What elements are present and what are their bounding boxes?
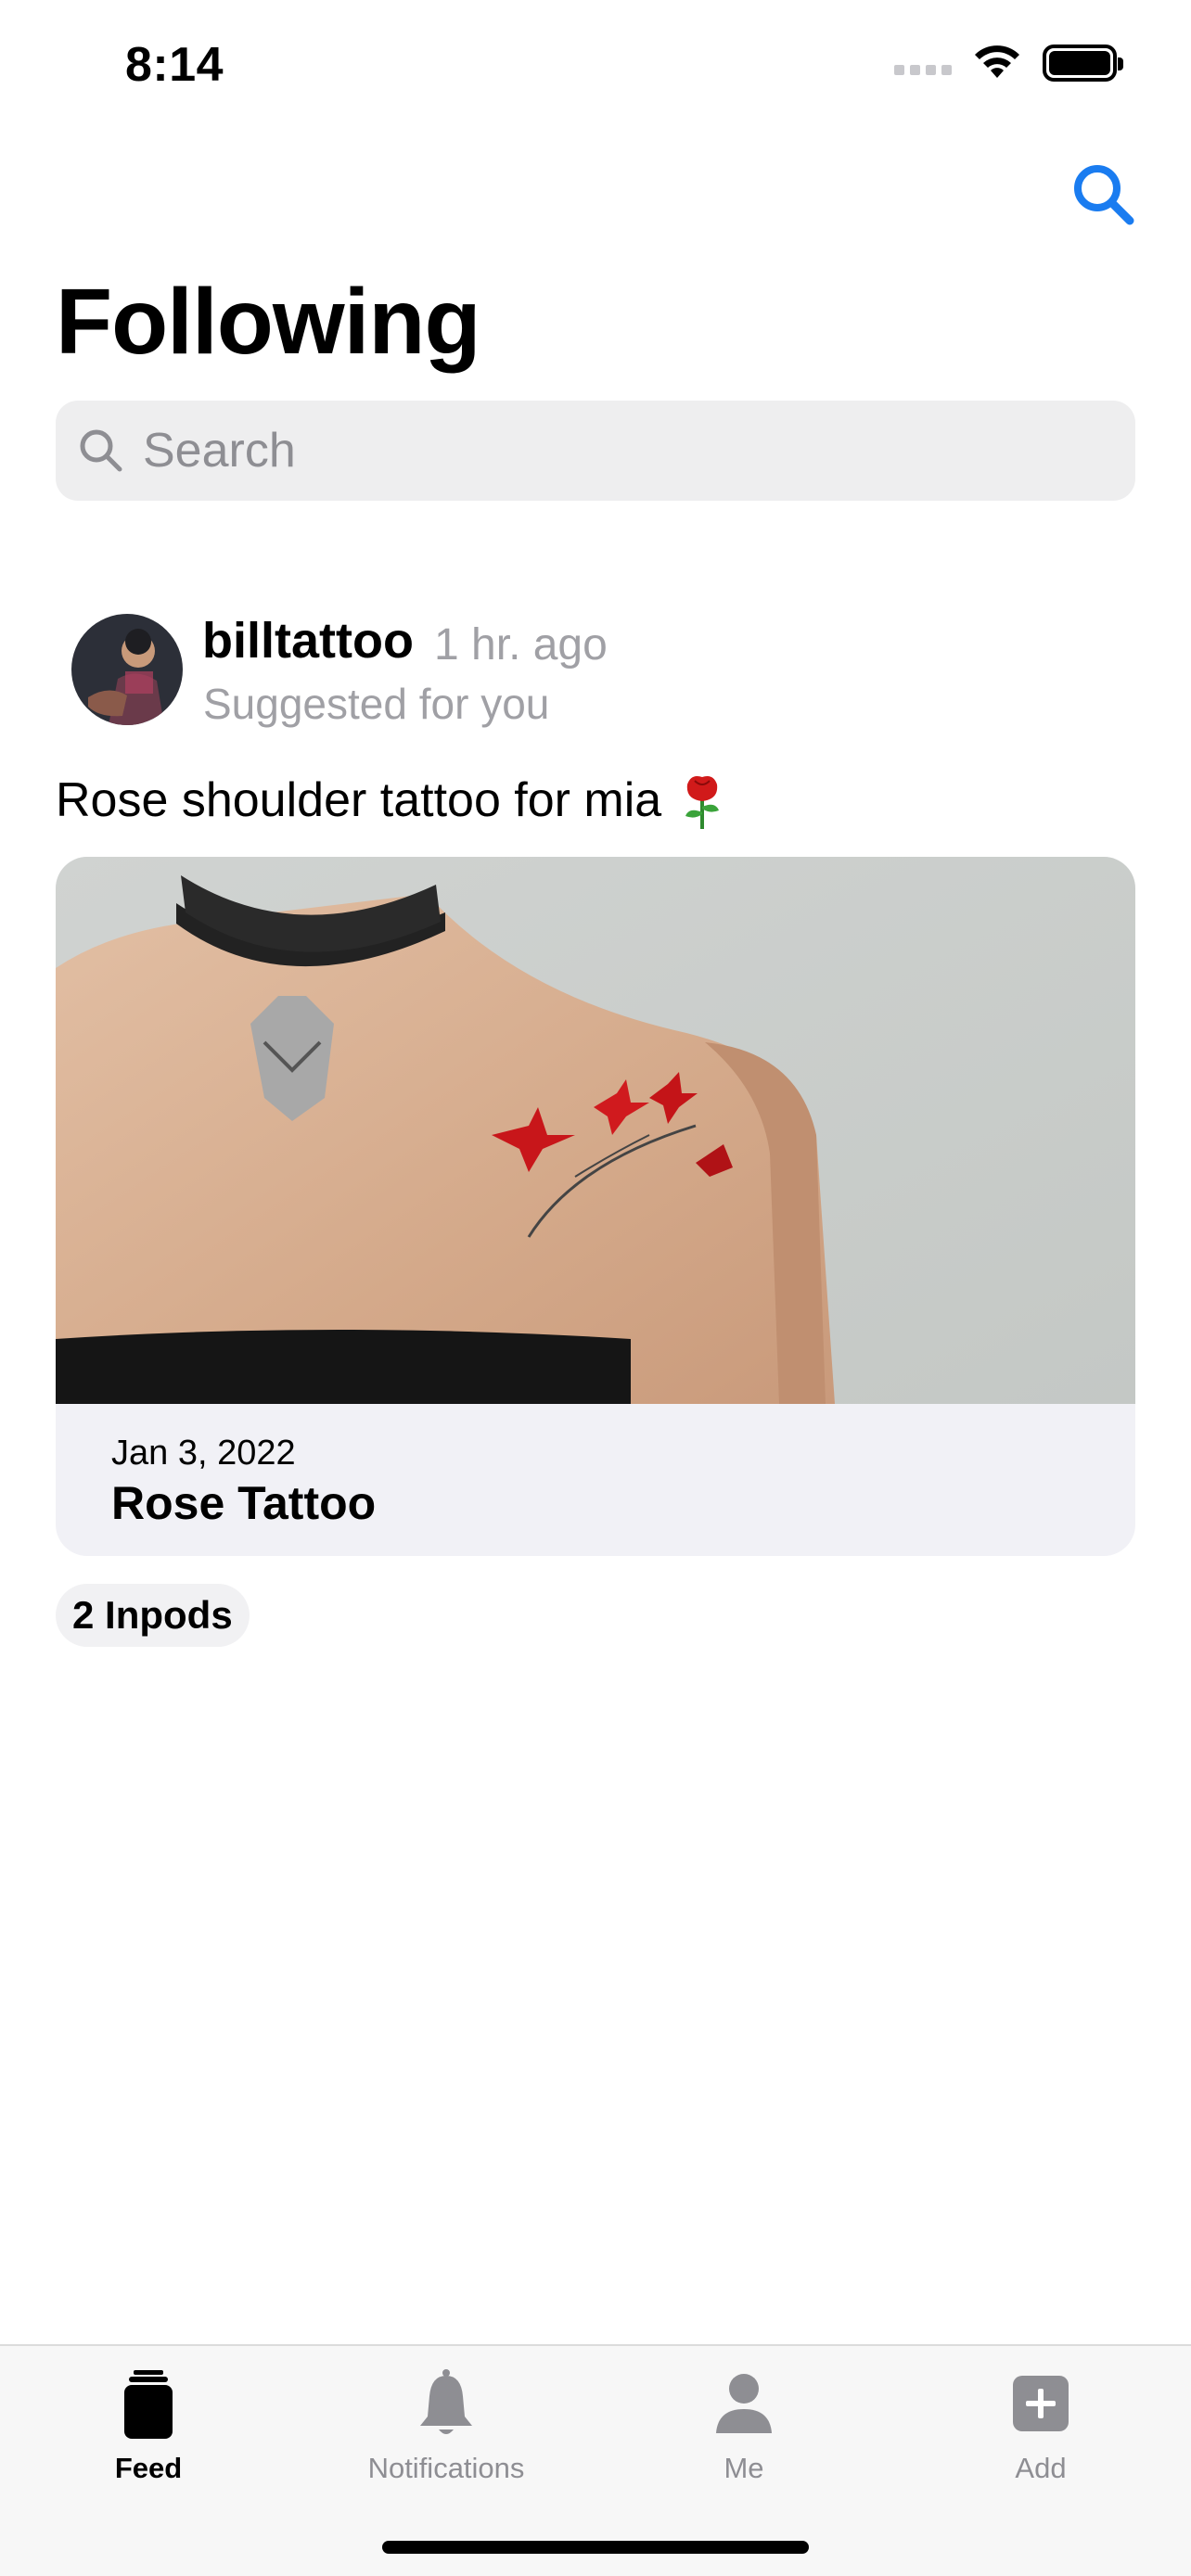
plus-square-icon xyxy=(1013,2376,1069,2431)
magnifier-icon xyxy=(80,429,122,472)
post-time-ago: 1 hr. ago xyxy=(434,620,608,670)
tab-add[interactable]: Add xyxy=(939,2368,1143,2485)
tattoo-photo xyxy=(56,857,1135,1404)
card-title: Rose Tattoo xyxy=(111,1477,377,1529)
tab-feed-label: Feed xyxy=(114,2452,183,2484)
bell-icon xyxy=(420,2369,472,2434)
battery-icon xyxy=(1043,45,1123,82)
cellular-signal-icon xyxy=(894,51,952,75)
person-icon xyxy=(716,2374,772,2433)
post-caption-text: Rose shoulder tattoo for mia xyxy=(56,773,662,827)
post-card[interactable]: Jan 3, 2022 Rose Tattoo xyxy=(56,857,1135,1556)
inpods-badge[interactable]: 2 Inpods xyxy=(56,1584,250,1647)
wifi-icon xyxy=(975,45,1019,78)
tab-feed[interactable]: Feed xyxy=(46,2368,250,2485)
tab-me[interactable]: Me xyxy=(642,2368,846,2485)
card-date: Jan 3, 2022 xyxy=(111,1434,296,1473)
home-indicator xyxy=(382,2541,809,2554)
feed-icon xyxy=(124,2370,173,2439)
post-caption: Rose shoulder tattoo for mia xyxy=(56,770,728,831)
screen: 8:14 Following bil xyxy=(0,0,1191,2576)
tab-add-label: Add xyxy=(1015,2452,1067,2484)
avatar[interactable] xyxy=(71,614,183,725)
post-username[interactable]: billtattoo xyxy=(202,612,414,670)
tab-notifications-label: Notifications xyxy=(367,2452,525,2484)
tab-notifications[interactable]: Notifications xyxy=(344,2368,548,2485)
avatar-photo xyxy=(71,614,183,725)
page-title: Following xyxy=(56,270,481,374)
tab-me-label: Me xyxy=(724,2452,764,2484)
status-time: 8:14 xyxy=(125,38,224,92)
status-icons xyxy=(894,45,1123,82)
search-icon[interactable] xyxy=(1067,158,1141,232)
rose-icon xyxy=(685,776,720,829)
search-bar[interactable] xyxy=(56,401,1135,501)
search-input[interactable] xyxy=(143,423,1070,478)
post-subtitle: Suggested for you xyxy=(203,680,550,728)
